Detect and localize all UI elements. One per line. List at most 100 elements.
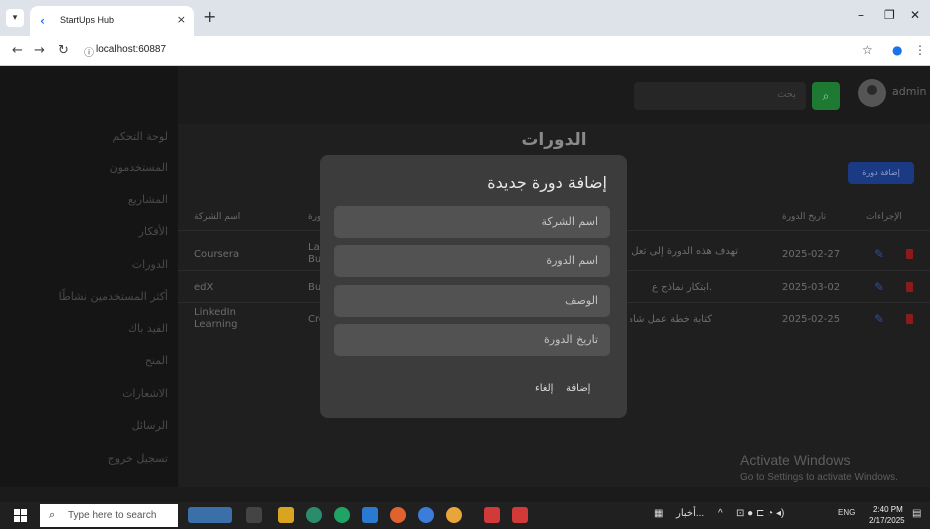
clock-date[interactable]: 2/17/2025 bbox=[869, 516, 905, 525]
sidebar-item-messages[interactable]: الرسائل bbox=[132, 419, 168, 432]
browser-tabstrip: ▾ ‹ StartUps Hub × + – ❐ ✕ bbox=[0, 0, 930, 36]
profile-icon[interactable]: ● bbox=[892, 43, 902, 57]
cell-description: كتابة خطة عمل شاه bbox=[630, 314, 712, 325]
search-icon: ⌕ bbox=[49, 508, 56, 521]
search-icon: ⌕ bbox=[822, 89, 830, 103]
sidebar-item-grants[interactable]: المنح bbox=[145, 354, 168, 367]
tab-title: StartUps Hub bbox=[60, 15, 115, 25]
clock-time[interactable]: 2:40 PM bbox=[873, 505, 903, 514]
file-explorer-icon[interactable] bbox=[278, 507, 294, 523]
sidebar-item-logout[interactable]: تسجيل خروج bbox=[108, 452, 168, 465]
back-arrow-icon[interactable]: ← bbox=[12, 43, 23, 58]
weather-widget-icon[interactable] bbox=[188, 507, 232, 523]
taskbar-search-input[interactable]: ⌕ Type here to search bbox=[40, 504, 178, 527]
add-course-button[interactable]: إضافة دورة bbox=[848, 162, 914, 184]
search-input[interactable]: بحث bbox=[634, 82, 806, 110]
delete-icon[interactable] bbox=[906, 282, 913, 292]
restore-button[interactable]: ❐ bbox=[884, 8, 895, 22]
reload-icon[interactable]: ↻ bbox=[58, 43, 69, 58]
tray-chevron-icon[interactable]: ^ bbox=[718, 508, 723, 519]
task-view-icon[interactable] bbox=[246, 507, 262, 523]
cell-company: LinkedIn Learning bbox=[194, 307, 238, 330]
cell-date: 2025-02-27 bbox=[782, 249, 841, 260]
cell-company: Coursera bbox=[194, 249, 240, 260]
tab-close-icon[interactable]: × bbox=[177, 13, 186, 26]
cancel-button[interactable]: إلغاء bbox=[535, 383, 553, 394]
user-name: admin bbox=[892, 85, 927, 98]
sidebar-item-notifications[interactable]: الاشعارات bbox=[122, 387, 168, 400]
app-icon[interactable] bbox=[418, 507, 434, 523]
topbar: بحث ⌕ admin bbox=[178, 66, 930, 124]
app-icon[interactable] bbox=[512, 507, 528, 523]
notification-center-icon[interactable]: ▤ bbox=[912, 508, 921, 519]
flutter-favicon-icon: ‹ bbox=[40, 14, 45, 28]
app-bottom-strip bbox=[0, 487, 930, 502]
url-text[interactable]: localhost:60887 bbox=[96, 44, 166, 55]
sidebar-item-feedback[interactable]: الفيد باك bbox=[128, 322, 168, 335]
description-field[interactable]: الوصف bbox=[334, 285, 610, 317]
language-indicator[interactable]: ENG bbox=[838, 508, 855, 517]
address-bar: ← → ↻ ⓘ localhost:60887 ☆ ● ⋮ bbox=[0, 36, 930, 66]
bookmark-star-icon[interactable]: ☆ bbox=[862, 43, 873, 57]
taskbar-search-placeholder: Type here to search bbox=[68, 510, 157, 521]
column-header-actions: الإجراءات bbox=[866, 212, 902, 222]
cell-date: 2025-02-25 bbox=[782, 314, 841, 325]
submit-button[interactable]: إضافة bbox=[566, 383, 590, 394]
dialog-title: إضافة دورة جديدة bbox=[487, 173, 607, 192]
activate-windows-title: Activate Windows bbox=[740, 452, 851, 468]
sidebar: لوحة التحكم المستخدمون المشاريع الأفكار … bbox=[0, 66, 178, 487]
app-icon[interactable] bbox=[484, 507, 500, 523]
sidebar-item-users[interactable]: المستخدمون bbox=[110, 161, 168, 174]
chrome-icon[interactable] bbox=[446, 507, 462, 523]
cell-company: edX bbox=[194, 282, 214, 293]
company-name-label: اسم الشركة bbox=[541, 215, 598, 228]
minimize-button[interactable]: – bbox=[858, 8, 864, 22]
forward-arrow-icon[interactable]: → bbox=[34, 43, 45, 58]
add-course-dialog: إضافة دورة جديدة اسم الشركة اسم الدورة ا… bbox=[320, 155, 627, 418]
news-label[interactable]: أخبار... bbox=[676, 508, 704, 519]
windows-start-icon[interactable] bbox=[14, 509, 27, 522]
postman-icon[interactable] bbox=[390, 507, 406, 523]
description-label: الوصف bbox=[565, 294, 598, 307]
windows-taskbar: ⌕ Type here to search ▦ أخبار... ^ ⊡ ● ⊏… bbox=[0, 502, 930, 529]
sidebar-item-active-users[interactable]: أكثر المستخدمين نشاطًا bbox=[59, 290, 168, 303]
cell-course: La Bu bbox=[308, 242, 320, 265]
edit-icon[interactable]: ✎ bbox=[874, 312, 884, 326]
sidebar-item-projects[interactable]: المشاريع bbox=[128, 193, 168, 206]
page-title: الدورات bbox=[521, 130, 587, 150]
app-icon[interactable] bbox=[334, 507, 350, 523]
sidebar-item-courses[interactable]: الدورات bbox=[132, 258, 168, 271]
cell-description: تهدف هذه الدورة إلى تعل bbox=[631, 246, 738, 257]
cell-course: Cre bbox=[308, 314, 320, 325]
cell-course: Bu bbox=[308, 282, 320, 293]
column-header-company: اسم الشركة bbox=[194, 212, 241, 222]
search-placeholder: بحث bbox=[776, 89, 796, 100]
cell-description: .ابتكار نماذج ع bbox=[652, 282, 712, 293]
vscode-icon[interactable] bbox=[362, 507, 378, 523]
browser-tab[interactable]: ‹ StartUps Hub × bbox=[30, 6, 194, 36]
activate-windows-subtitle: Go to Settings to activate Windows. bbox=[740, 472, 898, 483]
edit-icon[interactable]: ✎ bbox=[874, 247, 884, 261]
new-tab-button[interactable]: + bbox=[203, 9, 216, 25]
cell-date: 2025-03-02 bbox=[782, 282, 841, 293]
edit-icon[interactable]: ✎ bbox=[874, 280, 884, 294]
delete-icon[interactable] bbox=[906, 314, 913, 324]
close-window-button[interactable]: ✕ bbox=[910, 8, 920, 22]
chrome-canary-icon[interactable] bbox=[306, 507, 322, 523]
course-date-field[interactable]: تاريخ الدورة bbox=[334, 324, 610, 356]
column-header-date: تاريخ الدورة bbox=[782, 212, 827, 222]
news-widget-icon[interactable]: ▦ bbox=[654, 508, 663, 519]
tray-icons[interactable]: ⊡ ● ⊏ ◔ ◂) bbox=[736, 508, 784, 519]
avatar[interactable] bbox=[858, 79, 886, 107]
tab-search-menu-icon[interactable]: ▾ bbox=[6, 9, 24, 27]
sidebar-item-ideas[interactable]: الأفكار bbox=[139, 225, 168, 238]
course-date-label: تاريخ الدورة bbox=[544, 333, 598, 346]
course-name-field[interactable]: اسم الدورة bbox=[334, 245, 610, 277]
course-name-label: اسم الدورة bbox=[546, 254, 598, 267]
search-button[interactable]: ⌕ bbox=[812, 82, 840, 110]
browser-menu-icon[interactable]: ⋮ bbox=[914, 43, 926, 57]
sidebar-item-dashboard[interactable]: لوحة التحكم bbox=[113, 130, 168, 143]
site-info-icon[interactable]: ⓘ bbox=[84, 44, 94, 59]
delete-icon[interactable] bbox=[906, 249, 913, 259]
company-name-field[interactable]: اسم الشركة bbox=[334, 206, 610, 238]
